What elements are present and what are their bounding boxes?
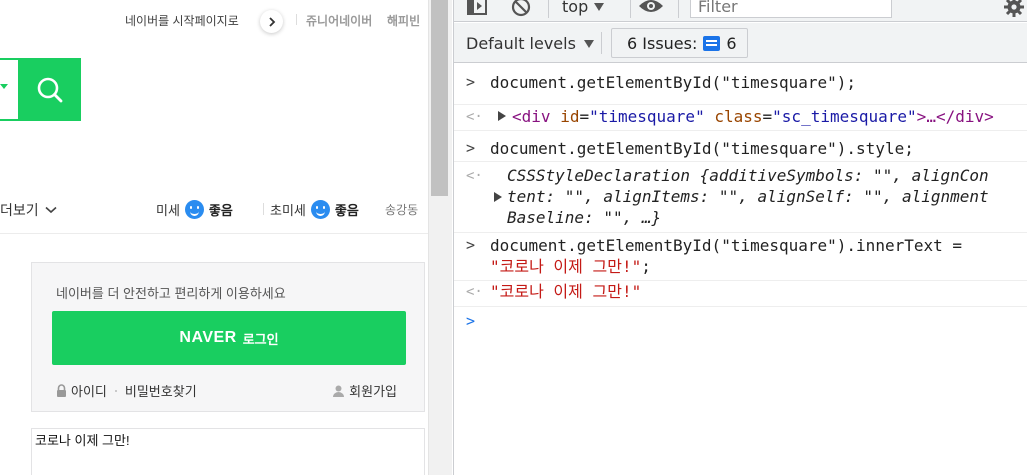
filter-input[interactable]: Filter [690, 0, 892, 18]
find-password-link[interactable]: 비밀번호찾기 [125, 381, 197, 400]
start-page-arrow-button[interactable] [260, 10, 283, 33]
element-rest: …</div> [926, 107, 994, 126]
console-toolbar: top Filter [454, 0, 1027, 22]
context-selector[interactable]: top [562, 0, 605, 16]
signup-label: 회원가입 [349, 384, 397, 399]
naver-logo: NAVER [179, 329, 237, 346]
search-input[interactable] [0, 58, 20, 121]
levels-label: Default levels [466, 34, 576, 53]
console-prompt-row[interactable]: > [454, 307, 1027, 337]
return-arrow-icon: <· [466, 109, 483, 125]
eye-icon[interactable] [638, 0, 664, 16]
toolbar-divider [630, 0, 631, 18]
console-output-row[interactable]: <· <div id="timesquare" class="sc_timesq… [454, 105, 1027, 131]
dust-divider [263, 203, 264, 215]
sidebar-toggle-icon[interactable] [466, 0, 488, 16]
message-icon [703, 35, 721, 51]
smile-face-icon [310, 200, 330, 219]
issues-label: 6 Issues: [627, 33, 698, 53]
issues-button[interactable]: 6 Issues: 6 [611, 28, 748, 58]
console-string: "코로나 이제 그만!" [490, 282, 642, 301]
style-declaration-line: tent: "", alignItems: "", alignSelf: "",… [454, 186, 1027, 207]
console-output-row[interactable]: <· "코로나 이제 그만!" [454, 281, 1027, 307]
login-panel: 네이버를 더 안전하고 편리하게 이용하세요 NAVER 로그인 아이디 비밀번… [31, 262, 425, 412]
prompt-chevron-icon: > [466, 139, 476, 157]
timesquare-text: 코로나 이제 그만! [35, 433, 130, 448]
expand-triangle-icon[interactable] [498, 111, 506, 121]
ultra-fine-dust-status[interactable]: 초미세 좋음 [270, 200, 359, 219]
element-class: sc_timesquare [781, 107, 908, 126]
timesquare-box[interactable]: 코로나 이제 그만! [31, 428, 425, 475]
autocomplete-caret-icon[interactable] [0, 84, 8, 89]
console-messages: > document.getElementById("timesquare");… [454, 64, 1027, 337]
console-code: document.getElementById("timesquare").st… [490, 139, 914, 158]
happybean-link[interactable]: 해피빈 [387, 12, 420, 29]
more-label: 더보기 [0, 202, 39, 218]
return-arrow-icon: <· [466, 284, 483, 300]
fine-dust-value: 좋음 [208, 203, 233, 218]
fine-dust-label: 미세 [156, 203, 180, 218]
devtools-console-panel: top Filter Default levels 6 Issues: 6 > … [453, 0, 1027, 475]
service-divider [296, 14, 297, 25]
dropdown-arrow-icon [583, 39, 594, 48]
toolbar-divider [601, 32, 602, 54]
log-levels-dropdown[interactable]: Default levels [466, 34, 594, 53]
expand-triangle-icon[interactable] [494, 192, 502, 202]
ultra-dust-label: 초미세 [270, 203, 306, 218]
element-id: timesquare [598, 107, 696, 126]
lock-icon [57, 384, 66, 397]
context-label: top [562, 0, 589, 16]
junior-naver-link[interactable]: 쥬니어네이버 [306, 12, 372, 29]
search-icon [37, 77, 62, 102]
chevron-right-icon [268, 16, 275, 27]
login-links: 아이디 비밀번호찾기 [56, 381, 197, 400]
login-description: 네이버를 더 안전하고 편리하게 이용하세요 [56, 286, 286, 301]
console-output-row[interactable]: <· CSSStyleDeclaration {additiveSymbols:… [454, 162, 1027, 233]
element-tag: div [521, 107, 551, 126]
signup-link[interactable]: 회원가입 [333, 381, 397, 400]
active-prompt-chevron-icon: > [466, 312, 476, 330]
region-label[interactable]: 송강동 [385, 201, 418, 218]
filter-placeholder: Filter [698, 0, 738, 16]
console-levels-bar: Default levels 6 Issues: 6 [454, 23, 1027, 63]
dropdown-arrow-icon [594, 2, 605, 11]
link-separator [114, 389, 117, 392]
start-page-link[interactable]: 네이버를 시작페이지로 [125, 12, 239, 29]
console-input-row[interactable]: > document.getElementById("timesquare").… [454, 131, 1027, 162]
smile-face-icon [184, 200, 204, 219]
scrollbar-thumb[interactable] [431, 0, 448, 196]
login-button-label: 로그인 [242, 331, 279, 347]
find-id-link[interactable]: 아이디 [71, 381, 107, 400]
clear-console-icon[interactable] [510, 0, 532, 18]
naver-page: 네이버를 시작페이지로 쥬니어네이버 해피빈 더보기 미세 좋음 초미세 좋음 … [0, 0, 428, 475]
more-button[interactable]: 더보기 [0, 200, 57, 220]
style-declaration-line: Baseline: "", …} [507, 208, 662, 227]
return-arrow-icon: <· [466, 168, 483, 184]
style-declaration-line: CSSStyleDeclaration {additiveSymbols: ""… [507, 166, 989, 185]
person-icon [333, 385, 345, 397]
naver-login-button[interactable]: NAVER 로그인 [52, 311, 406, 365]
console-code: document.getElementById("timesquare").in… [490, 236, 963, 255]
ultra-dust-value: 좋음 [334, 203, 359, 218]
prompt-chevron-icon: > [466, 236, 476, 254]
chevron-down-icon [45, 206, 57, 214]
console-input-row[interactable]: > document.getElementById("timesquare"); [454, 64, 1027, 105]
toolbar-divider [548, 0, 549, 18]
issues-count: 6 [726, 33, 737, 53]
console-code: document.getElementById("timesquare"); [490, 73, 857, 92]
prompt-chevron-icon: > [466, 73, 476, 91]
toolbar-divider [678, 0, 679, 18]
page-scrollbar[interactable] [428, 0, 452, 475]
gear-icon[interactable] [1003, 0, 1025, 18]
console-input-row[interactable]: > document.getElementById("timesquare").… [454, 233, 1027, 281]
search-button[interactable] [18, 58, 81, 121]
fine-dust-status[interactable]: 미세 좋음 [156, 200, 233, 219]
console-string: "코로나 이제 그만!" [490, 257, 642, 276]
info-bar: 더보기 미세 좋음 초미세 좋음 [0, 186, 428, 234]
